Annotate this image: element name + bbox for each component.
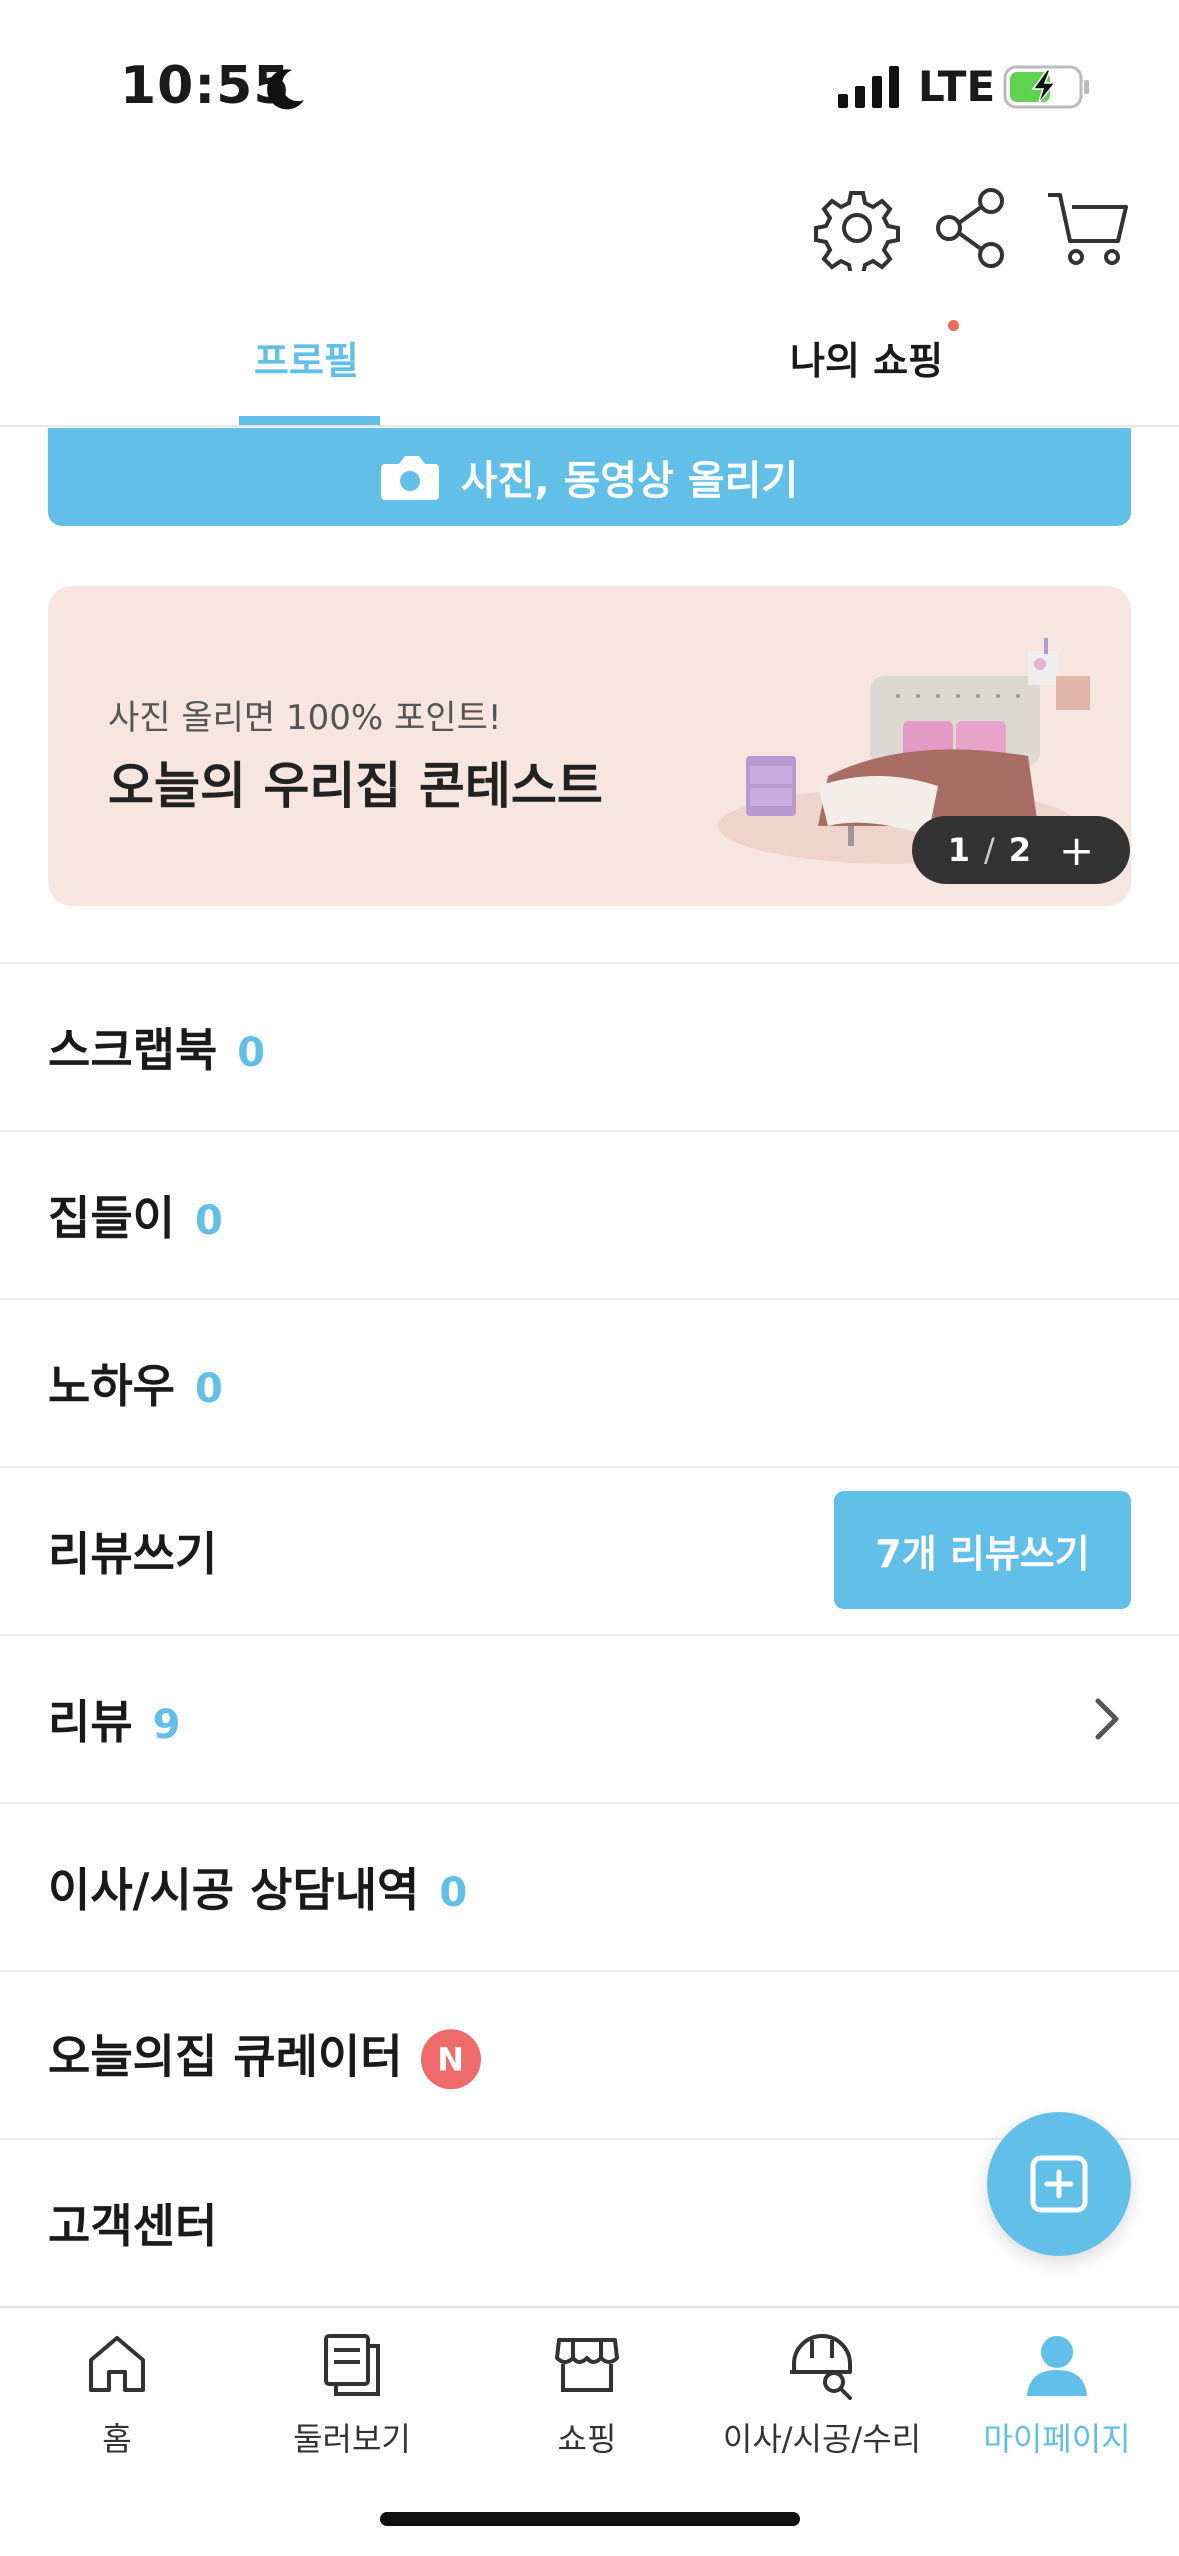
browse-icon	[324, 2334, 380, 2396]
active-tab-indicator	[239, 416, 380, 425]
profile-tabs: 프로필 나의 쇼핑	[0, 300, 1179, 427]
store-icon	[555, 2338, 619, 2392]
banner-page-current: 1	[947, 831, 970, 869]
menu-row-count: 0	[194, 1197, 223, 1244]
tab-profile[interactable]: 프로필	[254, 330, 359, 385]
upload-media-button[interactable]: 사진, 동영상 올리기	[48, 428, 1131, 526]
person-icon	[1027, 2336, 1087, 2396]
banner-page-separator: /	[984, 831, 995, 869]
create-post-fab[interactable]	[987, 2112, 1131, 2256]
menu-row-housewarming[interactable]: 집들이 0	[0, 1131, 1179, 1298]
menu-row-count: 9	[152, 1701, 181, 1748]
home-indicator	[380, 2512, 800, 2526]
nav-shopping[interactable]: 쇼핑	[472, 2328, 702, 2460]
battery-charging-icon	[1003, 65, 1089, 109]
nav-browse[interactable]: 둘러보기	[237, 2328, 467, 2460]
notification-dot	[948, 320, 959, 331]
signal-icon	[838, 66, 899, 108]
menu-row-label: 리뷰쓰기	[48, 1526, 218, 1581]
banner-subtitle: 사진 올리면 100% 포인트!	[108, 698, 502, 738]
menu-row-label: 이사/시공 상담내역 0	[48, 1862, 468, 1917]
gear-icon[interactable]	[814, 185, 900, 271]
tab-my-shopping[interactable]: 나의 쇼핑	[790, 330, 943, 385]
menu-row-scrapbook[interactable]: 스크랩북 0	[0, 963, 1179, 1130]
nav-home[interactable]: 홈	[2, 2328, 232, 2460]
menu-row-label: 스크랩북 0	[48, 1022, 266, 1077]
menu-row-count: 0	[194, 1365, 223, 1412]
upload-media-label: 사진, 동영상 올리기	[460, 458, 799, 504]
plus-square-icon	[1030, 2155, 1088, 2213]
menu-row-reviews[interactable]: 리뷰 9	[0, 1635, 1179, 1802]
write-reviews-button[interactable]: 7개 리뷰쓰기	[834, 1491, 1131, 1609]
nav-label: 둘러보기	[293, 2420, 411, 2458]
banner-page-total: 2	[1008, 831, 1032, 869]
menu-row-consultations[interactable]: 이사/시공 상담내역 0	[0, 1803, 1179, 1970]
menu-row-label: 고객센터	[48, 2198, 218, 2253]
share-icon[interactable]	[929, 185, 1015, 271]
network-label: LTE	[918, 62, 996, 111]
menu-row-count: 0	[237, 1029, 266, 1076]
nav-my-page[interactable]: 마이페이지	[942, 2328, 1172, 2460]
moon-icon	[267, 69, 304, 110]
menu-row-curator[interactable]: 오늘의집 큐레이터 N	[0, 1971, 1179, 2138]
nav-label: 이사/시공/수리	[722, 2420, 922, 2458]
nav-label: 홈	[102, 2420, 132, 2458]
menu-row-count: 0	[439, 1869, 468, 1916]
menu-row-label: 리뷰 9	[48, 1694, 181, 1749]
nav-label: 쇼핑	[557, 2420, 617, 2458]
menu-row-write-review: 리뷰쓰기 7개 리뷰쓰기	[0, 1467, 1179, 1634]
camera-icon	[380, 456, 439, 500]
menu-row-label: 노하우 0	[48, 1358, 223, 1413]
banner-pager[interactable]: 1 / 2 +	[912, 816, 1130, 884]
nav-label: 마이페이지	[983, 2420, 1131, 2458]
nav-moving-construction[interactable]: 이사/시공/수리	[707, 2328, 937, 2460]
menu-row-label: 집들이 0	[48, 1190, 223, 1245]
new-badge: N	[420, 2029, 481, 2090]
status-bar: 10:55 LTE	[0, 0, 1179, 175]
cart-icon[interactable]	[1046, 185, 1132, 271]
chevron-right-icon	[1095, 1698, 1119, 1740]
helmet-search-icon	[790, 2334, 852, 2400]
home-icon	[89, 2336, 145, 2392]
banner-title: 오늘의 우리집 콘테스트	[108, 757, 603, 815]
menu-row-label: 오늘의집 큐레이터 N	[48, 2020, 481, 2090]
contest-banner[interactable]: 사진 올리면 100% 포인트! 오늘의 우리집 콘테스트 1 / 2 +	[48, 586, 1131, 906]
header-actions	[0, 185, 1179, 275]
banner-expand-icon: +	[1059, 825, 1095, 875]
menu-row-knowhow[interactable]: 노하우 0	[0, 1299, 1179, 1466]
